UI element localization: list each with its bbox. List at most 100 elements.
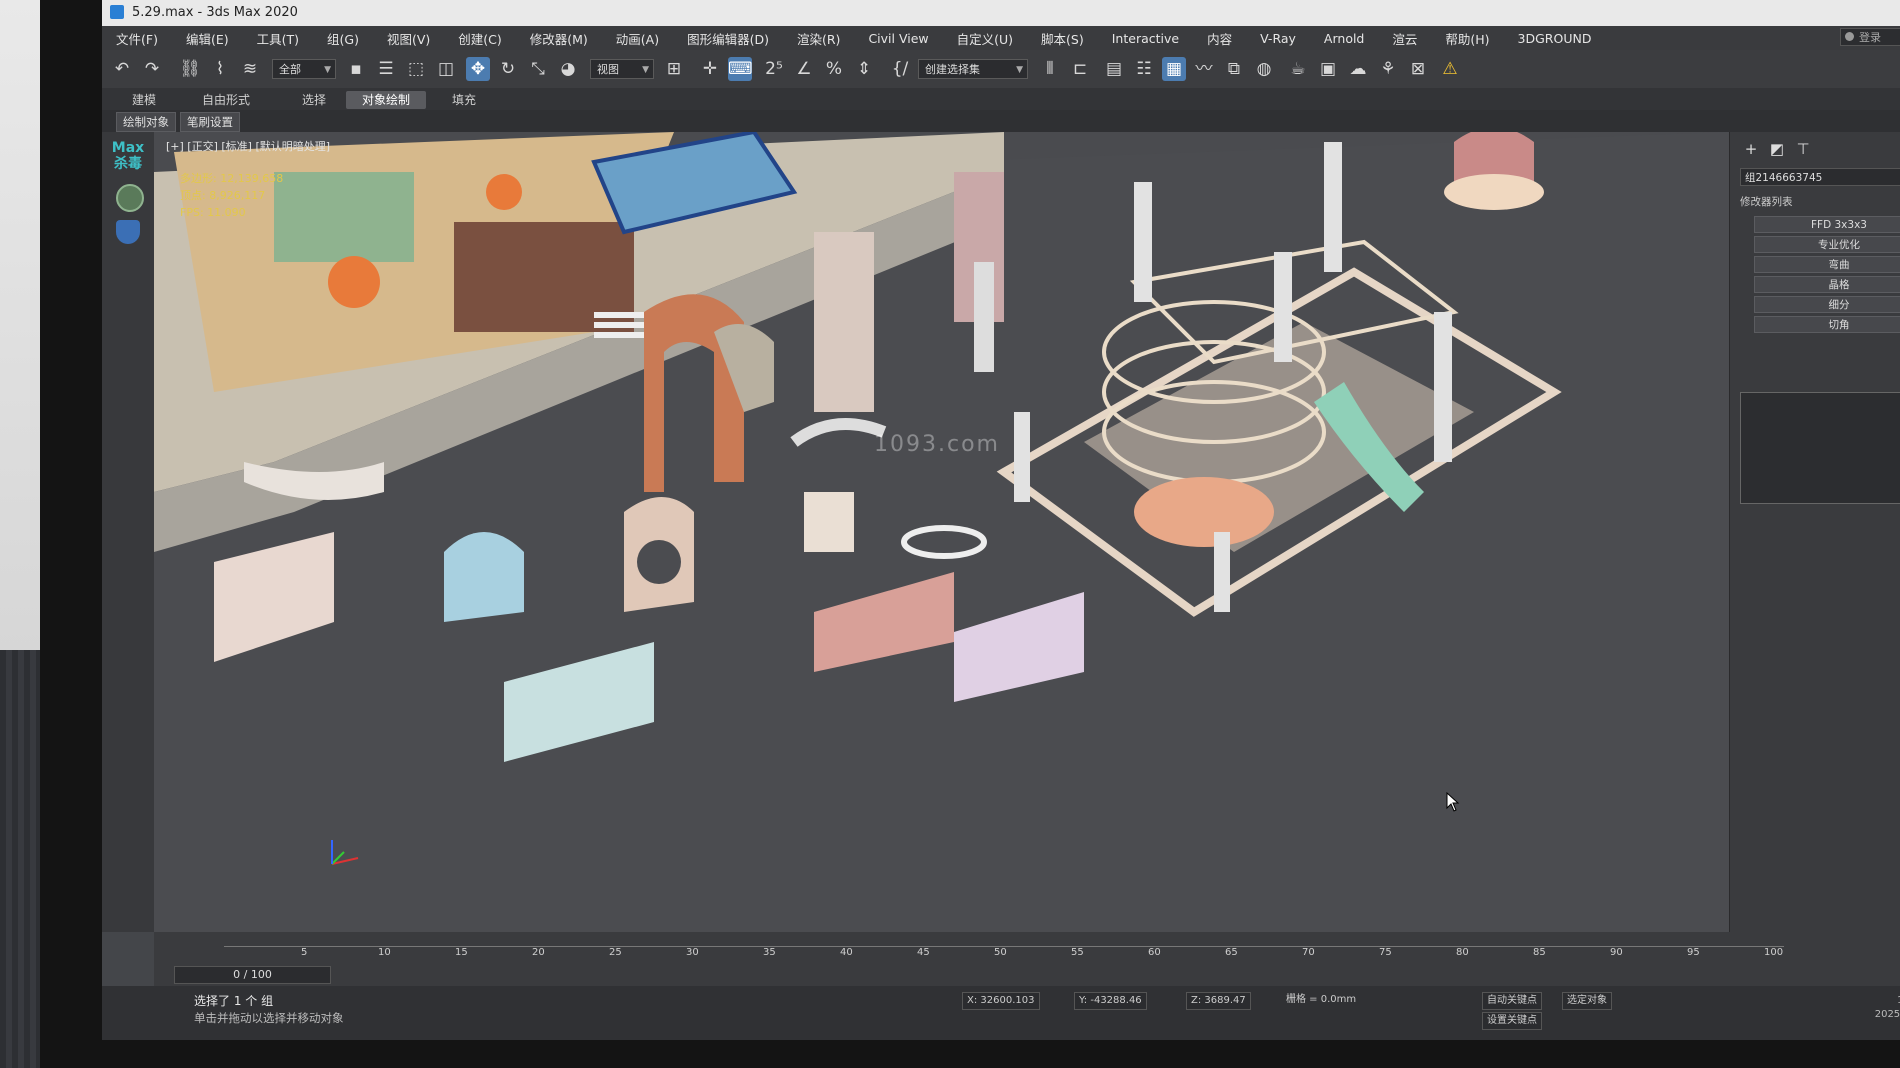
align-icon[interactable]: ⊏ [1068, 57, 1092, 81]
spinner-snap-icon[interactable]: ⇕ [852, 57, 876, 81]
time-slider[interactable]: 0 / 100 [174, 966, 331, 984]
y-coordinate[interactable]: Y: -43288.46 [1074, 992, 1147, 1010]
viewport-label[interactable]: [+] [正交] [标准] [默认明暗处理] [166, 138, 330, 154]
main-toolbar: ↶ ↷ ⛓ ⌇ ≋ 全部 ▼ ▪ ☰ ⬚ ◫ ✥ ↻ ⤡ ◕ 视图 ▼ ⊞ ✛ … [102, 50, 1900, 89]
bind-spacewarp-icon[interactable]: ≋ [238, 57, 262, 81]
render-activeshade-icon[interactable]: ⚘ [1376, 57, 1400, 81]
modifier-button[interactable]: 专业优化 [1754, 236, 1900, 253]
x-coordinate[interactable]: X: 32600.103 [962, 992, 1040, 1010]
ribbon-tab[interactable]: 建模 [116, 91, 172, 109]
key-filter-dropdown[interactable]: 选定对象 [1562, 992, 1612, 1010]
menu-item[interactable]: V-Ray [1246, 31, 1310, 46]
named-selection-set-dropdown[interactable]: 创建选择集 ▼ [918, 59, 1028, 79]
modifier-button[interactable]: 切角 [1754, 316, 1900, 333]
max-antivirus-logo[interactable]: Max 杀毒 [108, 140, 148, 172]
ribbon-tab[interactable]: 填充 [436, 91, 492, 109]
login-field[interactable]: 登录 [1840, 28, 1900, 46]
z-coordinate[interactable]: Z: 3689.47 [1186, 992, 1251, 1010]
modifier-stack[interactable] [1740, 392, 1900, 504]
select-move-icon[interactable]: ✥ [466, 57, 490, 81]
render-cloud-icon[interactable]: ⊠ [1406, 57, 1430, 81]
menu-item[interactable]: 渲云 [1378, 29, 1431, 48]
selection-status: 选择了 1 个 组 [194, 994, 274, 1008]
set-key-button[interactable]: 设置关键点 [1482, 1012, 1542, 1030]
logo-line-2: 杀毒 [114, 156, 142, 172]
selection-filter-dropdown[interactable]: 全部 ▼ [272, 59, 336, 79]
unlink-icon[interactable]: ⌇ [208, 57, 232, 81]
select-rotate-icon[interactable]: ↻ [496, 57, 520, 81]
window-crossing-icon[interactable]: ◫ [434, 57, 458, 81]
modifier-button[interactable]: FFD 3x3x3 [1754, 216, 1900, 233]
link-icon[interactable]: ⛓ [178, 57, 202, 81]
ribbon-tab[interactable]: 自由形式 [186, 91, 266, 109]
snaps-toggle-icon[interactable]: 2⁵ [762, 57, 786, 81]
logo-line-1: Max [111, 140, 145, 156]
menu-item[interactable]: 帮助(H) [1431, 29, 1503, 48]
modifier-list-dropdown[interactable]: 修改器列表 [1740, 194, 1793, 209]
perspective-viewport[interactable]: [+] [正交] [标准] [默认明暗处理] 多边形: 12,139,658 顶… [154, 132, 1729, 932]
reference-coord-dropdown[interactable]: 视图 ▼ [590, 59, 654, 79]
menu-item[interactable]: Civil View [854, 31, 942, 46]
curve-editor-icon[interactable]: 〰 [1192, 57, 1216, 81]
redo-icon[interactable]: ↷ [140, 57, 164, 81]
ribbon-toggle-icon[interactable]: ▦ [1162, 57, 1186, 81]
rendered-frame-icon[interactable]: ▣ [1316, 57, 1340, 81]
brush-settings-button[interactable]: 笔刷设置 [180, 112, 240, 132]
menu-item[interactable]: 自定义(U) [943, 29, 1027, 48]
track-bar[interactable]: 5 10 15 20 25 30 35 40 45 50 55 60 65 70 75 80 85 90 95 100 [224, 946, 1784, 967]
keyboard-shortcut-override-icon[interactable]: ⌨ [728, 57, 753, 81]
ribbon-tab[interactable]: 选择 [286, 91, 342, 109]
create-tab-icon[interactable]: + [1740, 140, 1762, 160]
timeline: 5 10 15 20 25 30 35 40 45 50 55 60 65 70 75 80 85 90 95 100… [154, 932, 1900, 986]
edit-named-selection-icon[interactable]: {/ [888, 57, 912, 81]
auto-key-button[interactable]: 自动关键点 [1482, 992, 1542, 1010]
scene-explorer-icon[interactable]: ▤ [1102, 57, 1126, 81]
select-place-icon[interactable]: ◕ [556, 57, 580, 81]
menu-item[interactable]: 创建(C) [444, 29, 515, 48]
undo-icon[interactable]: ↶ [110, 57, 134, 81]
menu-item[interactable]: 编辑(E) [172, 29, 243, 48]
monitor-bezel: 5.29.max - 3ds Max 2020 文件(F) 编辑(E) 工具(T) 组… [40, 0, 1900, 1068]
layer-explorer-icon[interactable]: ☷ [1132, 57, 1156, 81]
modifier-button[interactable]: 晶格 [1754, 276, 1900, 293]
shield-icon[interactable] [116, 220, 140, 244]
modifier-button[interactable]: 细分 [1754, 296, 1900, 313]
render-setup-icon[interactable]: ☕ [1286, 57, 1310, 81]
paint-objects-button[interactable]: 绘制对象 [116, 112, 176, 132]
menu-item[interactable]: 动画(A) [602, 29, 673, 48]
material-editor-icon[interactable]: ◍ [1252, 57, 1276, 81]
menu-item[interactable]: 图形编辑器(D) [673, 29, 783, 48]
menu-item[interactable]: Interactive [1098, 31, 1193, 46]
menu-item[interactable]: 渲染(R) [783, 29, 854, 48]
ribbon-tab[interactable]: 对象绘制 [346, 91, 427, 109]
modifier-button[interactable]: 弯曲 [1754, 256, 1900, 273]
menu-item[interactable]: 组(G) [313, 29, 373, 48]
percent-snap-icon[interactable]: % [822, 57, 846, 81]
modify-tab-icon[interactable]: ◩ [1766, 140, 1788, 160]
menu-item[interactable]: 工具(T) [243, 29, 313, 48]
vert-value: 8,926,117 [209, 189, 266, 202]
menu-item[interactable]: 视图(V) [373, 29, 444, 48]
menu-item[interactable]: Arnold [1310, 31, 1378, 46]
hierarchy-tab-icon[interactable]: ⊤ [1792, 140, 1814, 160]
menu-item[interactable]: 修改器(M) [516, 29, 602, 48]
select-by-name-icon[interactable]: ☰ [374, 57, 398, 81]
render-production-icon[interactable]: ☁ [1346, 57, 1370, 81]
select-object-icon[interactable]: ▪ [344, 57, 368, 81]
menu-item[interactable]: 脚本(S) [1027, 29, 1098, 48]
ribbon-tabs: 建模 自由形式 选择 对象绘制 填充 [102, 88, 1900, 110]
schematic-view-icon[interactable]: ⧉ [1222, 57, 1246, 81]
chevron-down-icon: ▼ [642, 65, 649, 75]
manipulate-icon[interactable]: ✛ [698, 57, 722, 81]
menu-item[interactable]: 3DGROUND [1504, 31, 1606, 46]
select-scale-icon[interactable]: ⤡ [526, 57, 550, 81]
mirror-icon[interactable]: ⫴ [1038, 57, 1062, 81]
menu-item[interactable]: 内容 [1193, 29, 1246, 48]
pivot-center-icon[interactable]: ⊞ [662, 57, 686, 81]
scan-icon[interactable] [116, 184, 144, 212]
rect-selection-icon[interactable]: ⬚ [404, 57, 428, 81]
object-name-field[interactable]: 组2146663745 [1740, 168, 1900, 186]
angle-snap-icon[interactable]: ∠ [792, 57, 816, 81]
warning-icon[interactable]: ⚠ [1438, 57, 1462, 81]
menu-item[interactable]: 文件(F) [102, 29, 172, 48]
